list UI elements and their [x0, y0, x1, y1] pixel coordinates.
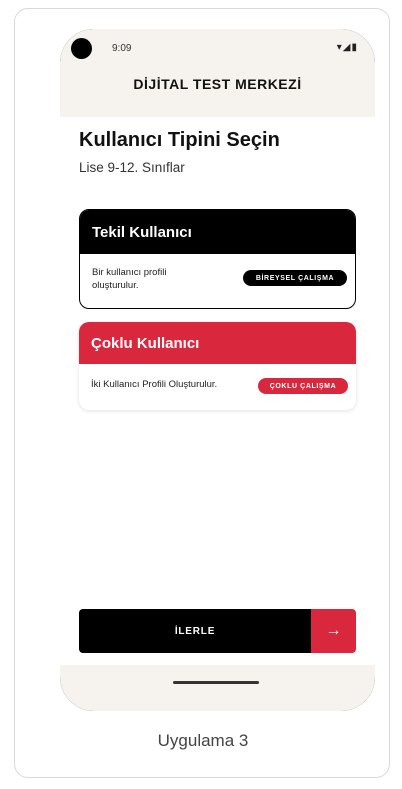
next-button[interactable]: İLERLE →	[79, 609, 356, 653]
page-subtitle: Lise 9-12. Sınıflar	[79, 160, 185, 175]
status-time: 9:09	[112, 43, 132, 54]
caption: Uygulama 3	[157, 731, 249, 750]
app-title: DİJİTAL TEST MERKEZİ	[133, 76, 302, 92]
option-body: İki Kullanıcı Profili Oluşturulur. ÇOKLU…	[79, 364, 356, 410]
option-title: Çoklu Kullanıcı	[79, 322, 356, 364]
camera-cutout	[71, 38, 92, 59]
option-multi-user[interactable]: Çoklu Kullanıcı İki Kullanıcı Profili Ol…	[79, 322, 356, 410]
option-title: Tekil Kullanıcı	[80, 210, 355, 254]
phone-frame: 9:09 ▾◢▮ DİJİTAL TEST MERKEZİ Kullanıcı …	[60, 29, 375, 711]
arrow-right-icon: →	[311, 609, 356, 653]
multi-study-button[interactable]: ÇOKLU ÇALIŞMA	[258, 378, 348, 394]
option-single-user[interactable]: Tekil Kullanıcı Bir kullanıcı profili ol…	[79, 209, 356, 309]
app-header: 9:09 ▾◢▮ DİJİTAL TEST MERKEZİ	[60, 29, 375, 117]
option-description: İki Kullanıcı Profili Oluşturulur.	[91, 379, 218, 390]
home-indicator[interactable]	[173, 681, 259, 684]
option-description: Bir kullanıcı profili oluşturulur.	[92, 267, 167, 291]
page-title: Kullanıcı Tipini Seçin	[79, 129, 280, 151]
next-button-label: İLERLE	[79, 609, 311, 653]
screenshot-card: 9:09 ▾◢▮ DİJİTAL TEST MERKEZİ Kullanıcı …	[14, 8, 390, 778]
option-body: Bir kullanıcı profili oluşturulur. BİREY…	[80, 254, 355, 304]
system-status-icons: ▾◢▮	[336, 42, 358, 53]
gesture-nav-bar	[60, 665, 375, 711]
main-screen: Kullanıcı Tipini Seçin Lise 9-12. Sınıfl…	[60, 117, 375, 665]
individual-study-button[interactable]: BİREYSEL ÇALIŞMA	[243, 270, 347, 286]
